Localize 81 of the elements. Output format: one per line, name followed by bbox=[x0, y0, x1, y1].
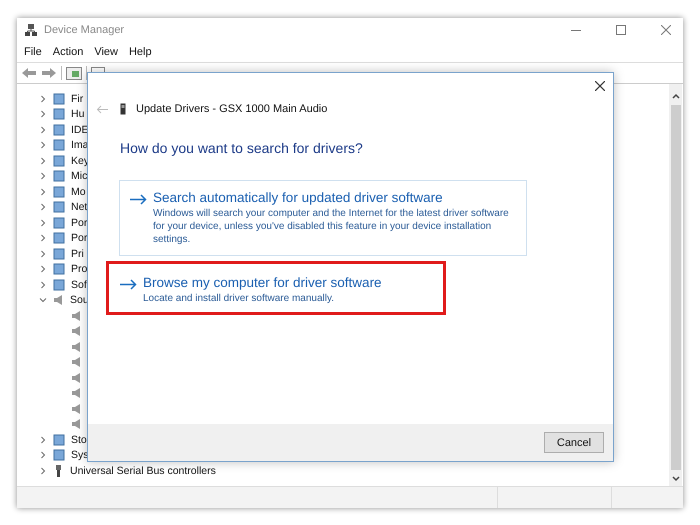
option-description: Windows will search your computer and the Internet for the latest driver software for your device, unless you've disabled this feature in your device installation settings. bbox=[153, 207, 510, 246]
tree-item[interactable]: Hu bbox=[71, 108, 84, 120]
tree-item[interactable]: Por bbox=[71, 232, 88, 244]
speaker-icon[interactable] bbox=[71, 402, 82, 415]
tree-item[interactable]: Mic bbox=[71, 170, 88, 182]
menu-item[interactable]: View bbox=[94, 46, 118, 58]
menu-item[interactable]: File bbox=[24, 46, 42, 58]
right-arrow-icon bbox=[130, 194, 147, 205]
device-icon bbox=[53, 449, 65, 462]
device-icon bbox=[53, 232, 65, 244]
back-arrow-icon[interactable] bbox=[21, 67, 37, 79]
scroll-down-icon[interactable] bbox=[672, 476, 680, 482]
expand-chevron-icon[interactable] bbox=[39, 110, 47, 118]
usb-plug-icon bbox=[53, 464, 64, 477]
scrollbar[interactable] bbox=[669, 84, 682, 486]
option-link[interactable] bbox=[119, 180, 527, 256]
expand-chevron-icon[interactable] bbox=[39, 218, 47, 227]
tree-item[interactable]: Sto bbox=[71, 434, 87, 446]
menu-item[interactable]: Action bbox=[52, 46, 84, 58]
device-icon bbox=[53, 108, 65, 120]
device-icon bbox=[53, 154, 65, 167]
expand-chevron-icon[interactable] bbox=[39, 265, 47, 274]
dialog-title: Update Drivers - GSX 1000 Main Audio bbox=[136, 103, 328, 115]
forward-arrow-icon[interactable] bbox=[41, 67, 57, 79]
device-icon bbox=[53, 92, 65, 105]
properties-icon[interactable] bbox=[66, 66, 82, 80]
scroll-up-icon[interactable] bbox=[672, 93, 680, 99]
device-icon bbox=[53, 124, 65, 136]
speaker-icon[interactable] bbox=[71, 310, 82, 322]
expand-chevron-icon[interactable] bbox=[39, 466, 47, 475]
expand-chevron-icon[interactable] bbox=[39, 280, 47, 289]
expand-chevron-icon[interactable] bbox=[39, 141, 47, 150]
device-manager-icon bbox=[24, 23, 38, 37]
tree-item[interactable]: Pro bbox=[71, 263, 88, 276]
expand-chevron-icon[interactable] bbox=[39, 451, 47, 460]
speaker-icon[interactable] bbox=[71, 356, 82, 368]
speaker-icon[interactable] bbox=[71, 387, 82, 400]
tree-item[interactable]: IDE bbox=[71, 124, 89, 136]
device-icon bbox=[53, 186, 65, 198]
device-icon bbox=[53, 201, 65, 214]
audio-device-icon bbox=[120, 103, 126, 115]
expand-chevron-icon[interactable] bbox=[39, 172, 47, 180]
speaker-icon[interactable] bbox=[71, 418, 82, 430]
speaker-icon[interactable] bbox=[71, 372, 82, 384]
tree-item[interactable]: Net bbox=[71, 201, 88, 214]
tree-item[interactable]: Universal Serial Bus controllers bbox=[70, 464, 216, 477]
device-icon bbox=[53, 139, 65, 152]
speaker-icon[interactable] bbox=[71, 340, 82, 353]
option-title: Search automatically for updated driver software bbox=[153, 190, 444, 205]
tree-item[interactable]: Pri bbox=[71, 248, 84, 260]
window-title: Device Manager bbox=[44, 24, 124, 36]
tree-item[interactable]: Fir bbox=[71, 92, 84, 105]
speaker-icon bbox=[53, 294, 64, 306]
device-icon bbox=[53, 170, 65, 182]
tree-item[interactable]: Mo bbox=[71, 186, 86, 198]
device-icon bbox=[53, 278, 65, 291]
close-icon[interactable] bbox=[595, 81, 605, 91]
option-link[interactable]: Browse my computer for driver software Locate and install driver software manually. bbox=[109, 274, 443, 306]
collapse-chevron-icon[interactable] bbox=[39, 296, 47, 304]
device-icon bbox=[53, 434, 65, 446]
expand-chevron-icon[interactable] bbox=[39, 126, 47, 134]
speaker-icon[interactable] bbox=[71, 325, 82, 338]
device-icon bbox=[53, 216, 65, 229]
menu-item[interactable]: Help bbox=[128, 46, 152, 58]
option-title: Browse my computer for driver software bbox=[143, 275, 382, 290]
right-arrow-icon bbox=[120, 279, 137, 290]
option-description: Locate and install driver software manually. bbox=[143, 292, 336, 305]
tree-item[interactable]: Por bbox=[71, 216, 88, 229]
maximize-icon[interactable] bbox=[616, 25, 626, 35]
tree-item[interactable]: Sof bbox=[71, 278, 87, 291]
expand-chevron-icon[interactable] bbox=[39, 156, 47, 165]
dialog-heading: How do you want to search for drivers? bbox=[120, 140, 364, 156]
cancel-button[interactable]: Cancel bbox=[544, 432, 604, 453]
device-icon bbox=[53, 248, 65, 260]
expand-chevron-icon[interactable] bbox=[39, 250, 47, 258]
expand-chevron-icon[interactable] bbox=[39, 234, 47, 242]
expand-chevron-icon[interactable] bbox=[39, 188, 47, 196]
expand-chevron-icon[interactable] bbox=[39, 436, 47, 444]
expand-chevron-icon[interactable] bbox=[39, 94, 47, 103]
expand-chevron-icon[interactable] bbox=[39, 203, 47, 212]
device-icon bbox=[53, 263, 65, 276]
